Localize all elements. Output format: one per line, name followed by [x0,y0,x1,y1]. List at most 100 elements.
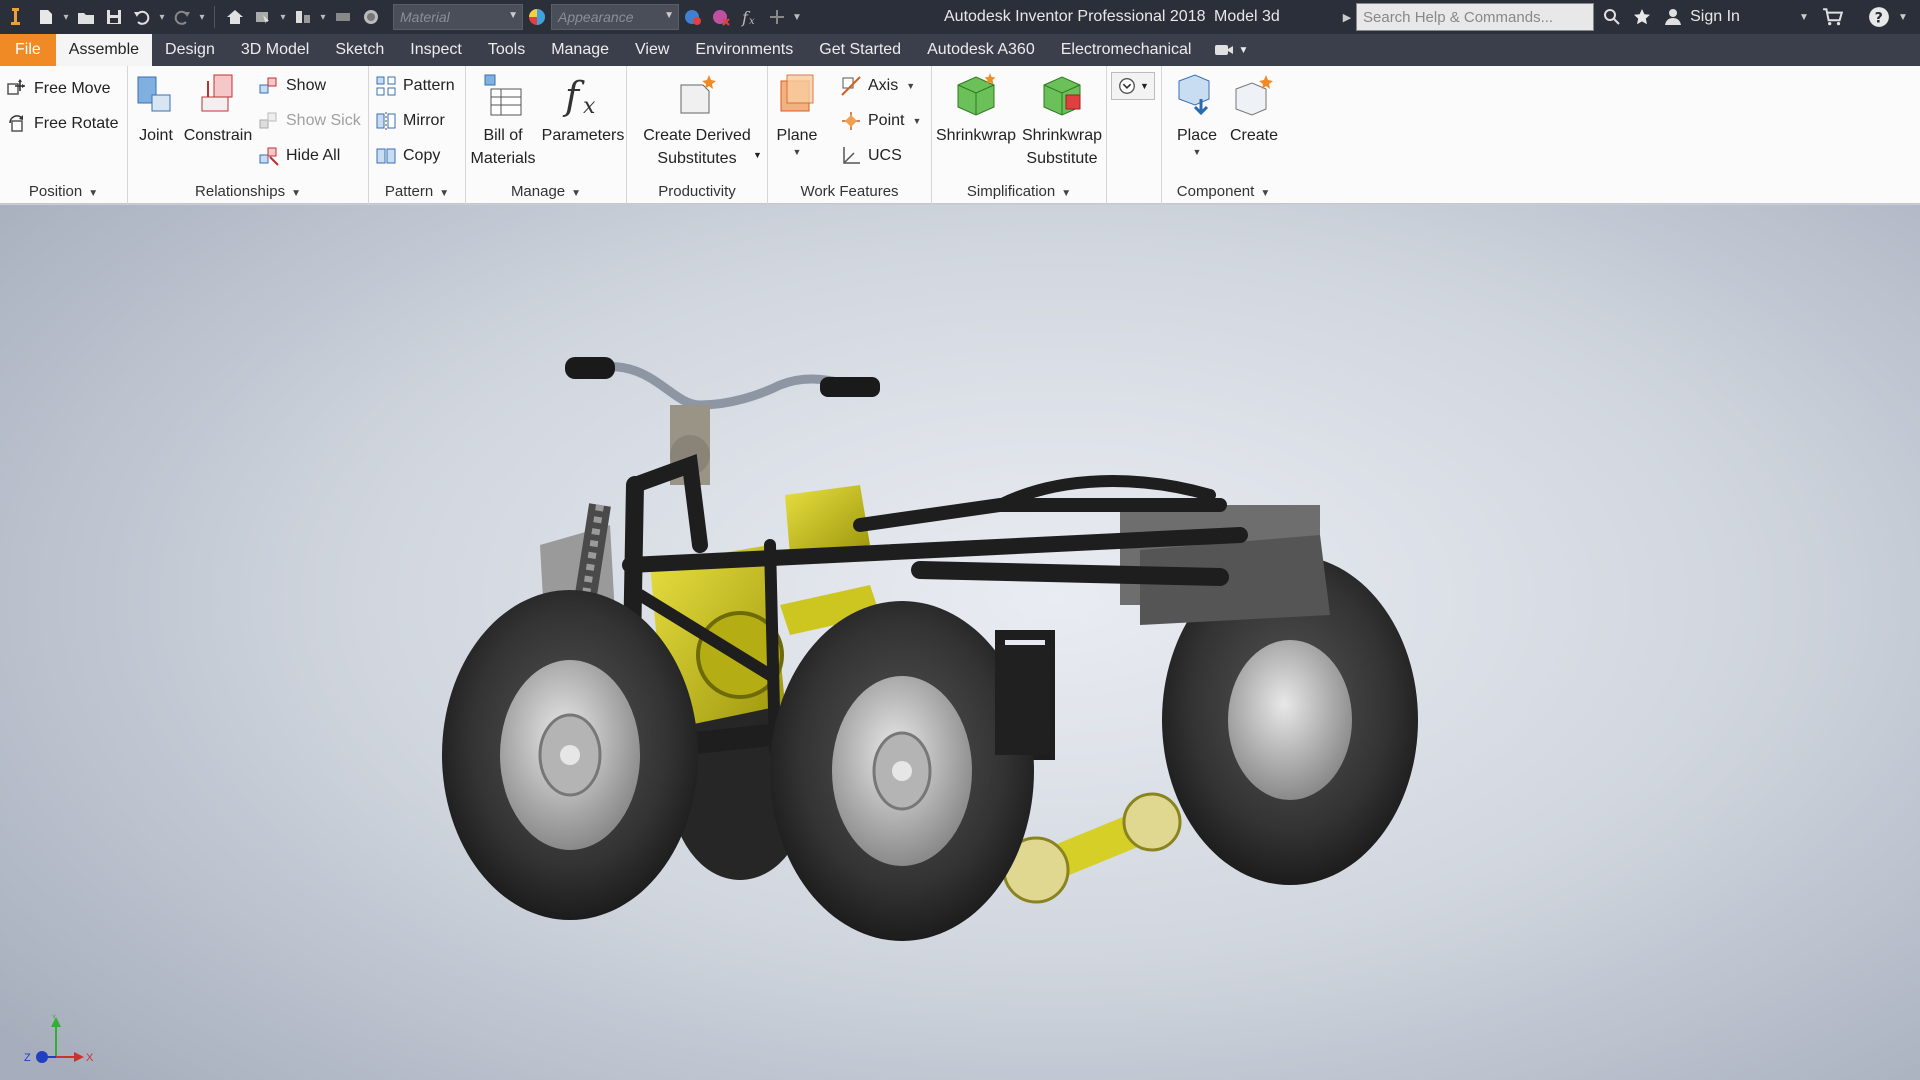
plane-button[interactable]: Plane ▼ [772,70,822,157]
create-button[interactable]: Create [1224,70,1284,147]
bill-of-materials-button[interactable]: Bill of Materials [466,70,540,170]
new-file-icon[interactable] [32,3,60,31]
appearance-combo[interactable]: Appearance ▼ [551,4,679,30]
show-button[interactable]: Show [258,72,326,100]
help-icon[interactable]: ? [1864,0,1894,34]
free-move-button[interactable]: Free Move [6,75,110,103]
help-dropdown-icon[interactable]: ▼ [1894,0,1912,34]
parameters-button[interactable]: fx Parameters [540,70,626,147]
tab-design[interactable]: Design [152,34,228,66]
svg-text:x: x [583,94,596,119]
axis-z-label: Z [24,1052,31,1064]
bom-label-line1: Bill of [483,127,523,144]
undo-icon[interactable] [128,3,156,31]
circle-chevron-down-icon [1119,78,1135,94]
tab-manage[interactable]: Manage [538,34,622,66]
pattern-button[interactable]: Pattern [375,72,455,100]
create-derived-label-line2: Substitutes [657,150,737,167]
joint-button[interactable]: Joint [132,70,180,147]
graphics-viewport[interactable]: Y X Z [0,205,1920,1080]
atv-3d-model[interactable] [440,295,1570,1005]
group-pattern-label[interactable]: Pattern ▼ [369,183,465,200]
favorites-star-icon[interactable] [1628,0,1656,34]
redo-icon[interactable] [168,3,196,31]
adjust-appearance-icon[interactable] [679,3,707,31]
group-position-label[interactable]: Position ▼ [0,183,127,200]
tab-environments[interactable]: Environments [682,34,806,66]
tab-file[interactable]: File [0,34,56,66]
ribbon-display-toggle[interactable]: ▼ [1204,34,1258,66]
plane-icon [772,70,822,120]
ribbon-overflow-button[interactable]: ▼ [1111,72,1155,100]
group-simplification-label[interactable]: Simplification ▼ [932,183,1106,200]
tab-sketch[interactable]: Sketch [322,34,397,66]
plane-label: Plane [776,127,818,144]
user-icon[interactable] [1660,0,1686,34]
axis-y-label: Y [52,1015,56,1021]
create-derived-dropdown-icon[interactable]: ▼ [753,150,762,160]
group-component-label[interactable]: Component ▼ [1162,183,1285,200]
document-title: Model 3d [1214,8,1280,25]
relationships-dropdown-icon: ▼ [291,188,301,199]
measure-icon[interactable] [329,3,357,31]
pattern-label: Pattern [403,77,455,94]
tab-3d-model[interactable]: 3D Model [228,34,322,66]
material-combo[interactable]: Material ▼ [393,4,523,30]
hide-all-button[interactable]: Hide All [258,142,340,170]
group-manage-label[interactable]: Manage ▼ [466,183,626,200]
save-icon[interactable] [100,3,128,31]
mirror-button[interactable]: Mirror [375,107,445,135]
undo-dropdown-icon[interactable]: ▾ [156,3,168,31]
ucs-button[interactable]: UCS [840,142,902,170]
pattern-dropdown-icon: ▼ [439,188,450,199]
search-help-icon[interactable] [1598,0,1626,34]
place-dropdown-icon: ▼ [1192,147,1202,157]
create-derived-substitutes-button[interactable]: Create Derived Substitutes [629,70,765,170]
tab-tools[interactable]: Tools [475,34,538,66]
shrinkwrap-substitute-button[interactable]: Shrinkwrap Substitute [1018,70,1106,170]
update-dropdown-icon[interactable]: ▾ [317,3,329,31]
redo-dropdown-icon[interactable]: ▾ [196,3,208,31]
free-rotate-button[interactable]: Free Rotate [6,110,118,138]
appearance-globe-icon[interactable] [357,3,385,31]
tab-get-started[interactable]: Get Started [806,34,914,66]
tab-view[interactable]: View [622,34,682,66]
inventor-logo-icon[interactable] [4,3,32,31]
constrain-button[interactable]: Constrain [182,70,254,147]
free-move-label: Free Move [34,80,111,97]
update-icon[interactable] [289,3,317,31]
new-dropdown-icon[interactable]: ▾ [60,3,72,31]
clear-appearance-icon[interactable] [707,3,735,31]
sign-in-link[interactable]: Sign In [1690,0,1740,34]
free-rotate-label: Free Rotate [34,115,119,132]
select-filter-dropdown-icon[interactable]: ▾ [277,3,289,31]
sign-in-dropdown-icon[interactable]: ▼ [1796,0,1812,34]
manage-dropdown-icon: ▼ [571,188,582,199]
group-relationships-label[interactable]: Relationships ▼ [128,183,368,200]
select-filter-icon[interactable] [249,3,277,31]
open-icon[interactable] [72,3,100,31]
appearance-swatch-icon[interactable] [523,3,551,31]
place-button[interactable]: Place ▼ [1162,70,1232,157]
copy-button[interactable]: Copy [375,142,440,170]
cart-icon[interactable] [1818,0,1848,34]
home-icon[interactable] [221,3,249,31]
fx-icon[interactable]: fx [735,3,763,31]
point-button[interactable]: Point ▼ [840,107,921,135]
ucs-icon [843,147,860,164]
show-sick-button[interactable]: Show Sick [258,107,361,135]
search-expand-icon[interactable]: ▶ [1338,0,1356,34]
tab-assemble[interactable]: Assemble [55,34,153,66]
customize-qat-icon[interactable]: ▼ [791,3,803,31]
axis-button[interactable]: Axis ▼ [840,72,915,100]
tab-inspect[interactable]: Inspect [397,34,475,66]
tab-autodesk-a360[interactable]: Autodesk A360 [914,34,1048,66]
axis-triad: Y X Z [24,1015,94,1064]
tab-electromechanical[interactable]: Electromechanical [1048,34,1205,66]
group-component: Place ▼ Create Component ▼ [1162,66,1285,204]
group-manage: Bill of Materials fx Parameters Manage ▼ [466,66,627,204]
search-input[interactable]: Search Help & Commands... [1356,3,1594,31]
shrinkwrap-button[interactable]: Shrinkwrap [934,70,1018,147]
free-move-icon [7,79,25,95]
add-icon[interactable] [763,3,791,31]
